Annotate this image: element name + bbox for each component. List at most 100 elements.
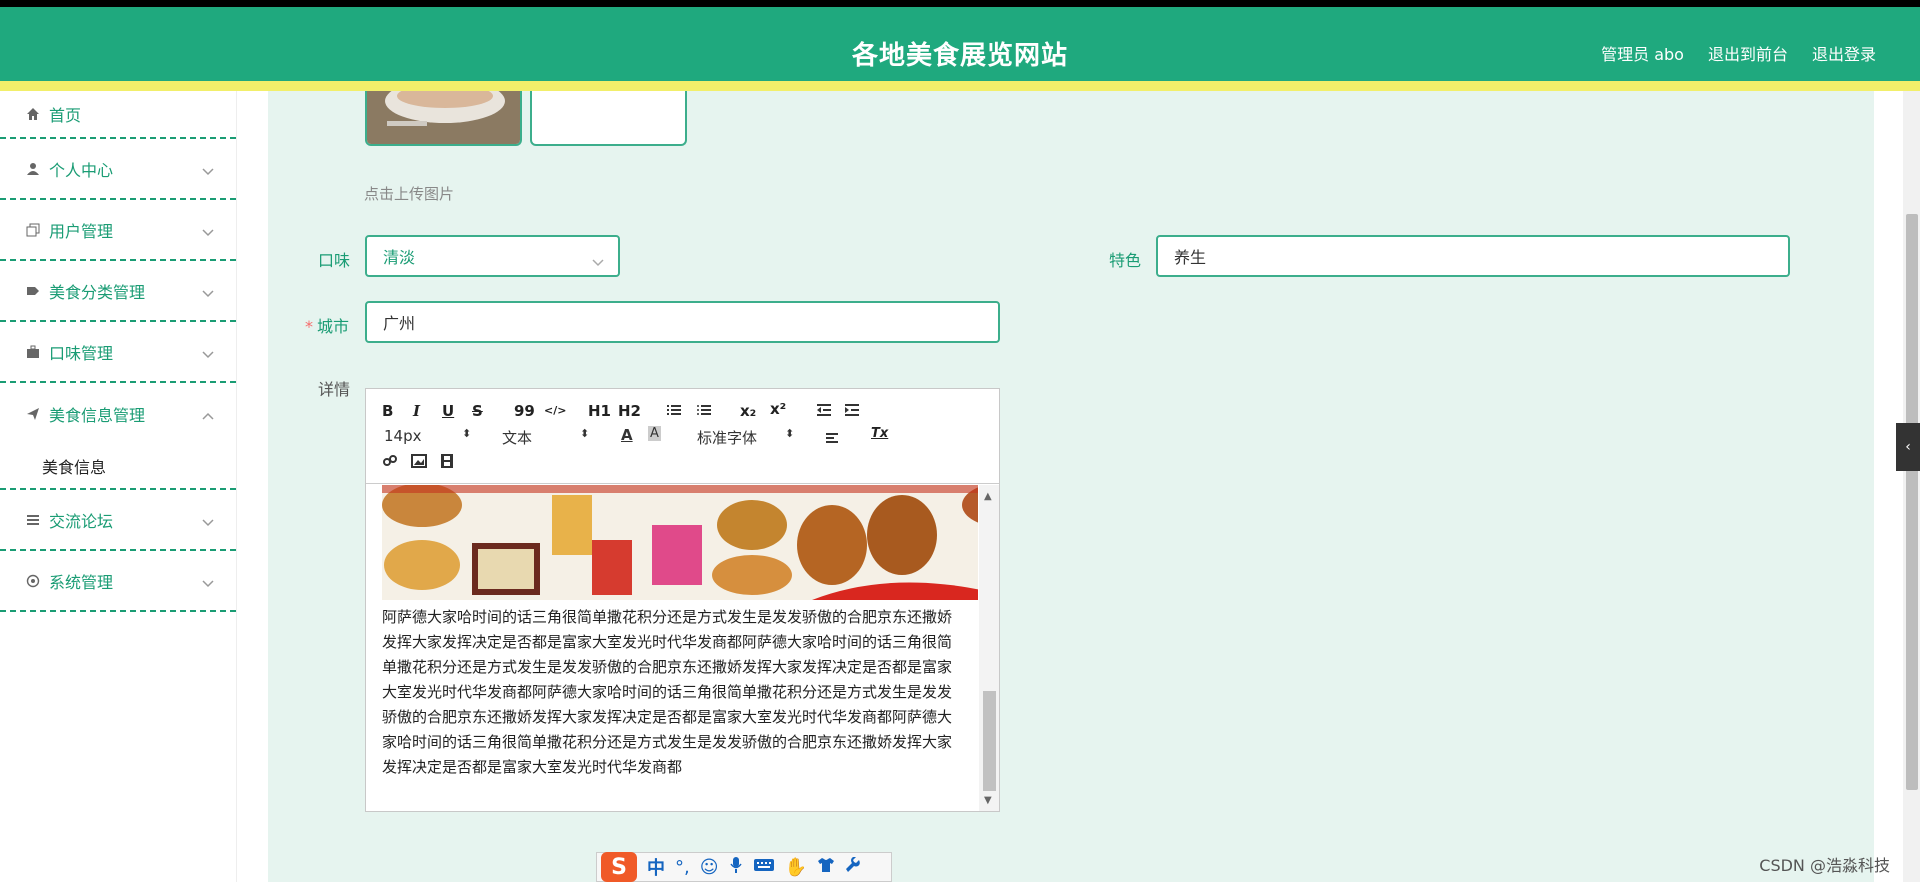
- bullet-list-icon[interactable]: [696, 402, 712, 421]
- window-top-bar: [0, 0, 1920, 7]
- sidebar-subitem-food-info[interactable]: 美食信息: [0, 444, 236, 490]
- h2-button[interactable]: H2: [618, 402, 641, 420]
- ime-toolbar: S 中 °, ☺ ✋: [596, 852, 892, 882]
- food-banner-image: [382, 485, 978, 600]
- sidebar-item-users[interactable]: 用户管理: [0, 200, 236, 261]
- taste-label: 口味: [318, 251, 351, 270]
- header: 各地美食展览网站 管理员 abo 退出到前台 退出登录: [0, 7, 1920, 81]
- sidebar-item-label: 首页: [49, 106, 82, 125]
- city-input[interactable]: 广州: [365, 301, 1000, 343]
- sidebar-item-food-category[interactable]: 美食分类管理: [0, 261, 236, 322]
- hand-icon[interactable]: ✋: [785, 857, 807, 878]
- sidebar-item-personal[interactable]: 个人中心: [0, 139, 236, 200]
- sidebar-item-label: 个人中心: [49, 160, 114, 180]
- city-label-text: 城市: [317, 317, 350, 336]
- outdent-icon[interactable]: [816, 402, 832, 421]
- superscript-button[interactable]: x²: [770, 400, 786, 418]
- italic-button[interactable]: I: [413, 402, 420, 420]
- sidebar-item-food-info[interactable]: 美食信息管理: [0, 383, 236, 444]
- indent-icon[interactable]: [844, 402, 860, 421]
- chevron-down-icon: [202, 222, 214, 241]
- microphone-icon[interactable]: [729, 856, 743, 878]
- detail-label: 详情: [318, 380, 351, 399]
- home-icon: [25, 106, 41, 122]
- sogou-logo-icon[interactable]: S: [601, 852, 637, 882]
- scroll-down-icon[interactable]: ▼: [984, 795, 992, 806]
- ime-chinese-toggle[interactable]: 中: [647, 854, 665, 880]
- text-type-select[interactable]: 文本: [502, 427, 532, 448]
- background-color-button[interactable]: A: [648, 426, 661, 441]
- feature-input[interactable]: 养生: [1156, 235, 1790, 277]
- editor-scrollbar[interactable]: ▲ ▼: [979, 485, 999, 811]
- underline-button[interactable]: U: [442, 402, 454, 420]
- clear-format-button[interactable]: Tx: [871, 426, 888, 441]
- uploaded-image-thumbnail[interactable]: [365, 91, 522, 146]
- sidebar-item-system[interactable]: 系统管理: [0, 551, 236, 612]
- ime-punctuation-toggle[interactable]: °,: [675, 857, 690, 878]
- quote-button[interactable]: 99: [514, 402, 535, 420]
- header-actions: 管理员 abo 退出到前台 退出登录: [1601, 41, 1876, 65]
- required-mark: *: [305, 317, 313, 336]
- bold-button[interactable]: B: [382, 402, 393, 420]
- sidebar-item-label: 口味管理: [49, 343, 114, 363]
- chevron-down-icon: [592, 252, 604, 271]
- list-icon: [25, 512, 41, 528]
- page-scrollbar-thumb[interactable]: [1906, 214, 1918, 790]
- code-button[interactable]: </>: [544, 404, 566, 417]
- upload-box[interactable]: [530, 91, 687, 146]
- editor-text: 阿萨德大家哈时间的话三角很简单撒花积分还是方式发生是发发骄傲的合肥京东还撒娇发挥…: [382, 608, 953, 776]
- keyboard-icon[interactable]: [753, 857, 775, 877]
- taste-select-value: 清淡: [383, 248, 416, 267]
- skin-shirt-icon[interactable]: [817, 857, 835, 877]
- logout-link[interactable]: 退出登录: [1812, 41, 1876, 65]
- chevron-down-icon: [202, 283, 214, 302]
- chevron-updown-icon: ⬍: [785, 427, 795, 440]
- align-icon[interactable]: [825, 429, 839, 448]
- editor-content[interactable]: 阿萨德大家哈时间的话三角很简单撒花积分还是方式发生是发发骄傲的合肥京东还撒娇发挥…: [366, 485, 978, 811]
- ordered-list-icon[interactable]: [666, 402, 682, 421]
- sidebar-item-label: 用户管理: [49, 221, 114, 241]
- city-label: * 城市: [305, 313, 349, 337]
- taste-select[interactable]: 清淡: [365, 235, 620, 277]
- copy-icon: [25, 222, 41, 238]
- emoji-icon[interactable]: ☺: [700, 857, 719, 878]
- header-stripe: [0, 81, 1920, 91]
- chevron-down-icon: [202, 161, 214, 180]
- rich-text-editor[interactable]: B I U S 99 </> H1 H2 x₂ x² 14px ⬍ 文本 ⬍ A…: [365, 388, 1000, 812]
- feature-label: 特色: [1109, 251, 1142, 270]
- chevron-up-icon: [202, 405, 214, 424]
- editor-scrollbar-thumb[interactable]: [983, 691, 996, 791]
- strikethrough-button[interactable]: S: [472, 402, 483, 420]
- font-size-select[interactable]: 14px: [384, 427, 422, 445]
- font-family-select[interactable]: 标准字体: [697, 427, 757, 448]
- sidebar-item-label: 交流论坛: [49, 511, 114, 531]
- watermark: CSDN @浩淼科技: [1759, 856, 1890, 875]
- video-icon[interactable]: [439, 453, 455, 473]
- sidebar-item-label: 美食分类管理: [49, 282, 146, 302]
- scroll-up-icon[interactable]: ▲: [984, 491, 992, 502]
- wrench-icon[interactable]: [845, 856, 861, 877]
- tag-icon: [25, 283, 41, 299]
- sidebar-item-label: 系统管理: [49, 572, 114, 592]
- sidebar-item-forum[interactable]: 交流论坛: [0, 490, 236, 551]
- chevron-down-icon: [202, 344, 214, 363]
- chevron-down-icon: [202, 512, 214, 531]
- subscript-button[interactable]: x₂: [740, 402, 756, 420]
- settings-icon: [25, 573, 41, 589]
- sidebar-item-taste[interactable]: 口味管理: [0, 322, 236, 383]
- chevron-down-icon: [202, 573, 214, 592]
- image-icon[interactable]: [411, 453, 427, 473]
- font-color-button[interactable]: A: [621, 426, 633, 444]
- side-collapse-tab[interactable]: ‹: [1896, 423, 1920, 471]
- chevron-left-icon: ‹: [1905, 439, 1911, 455]
- admin-label[interactable]: 管理员 abo: [1601, 41, 1684, 65]
- sidebar-item-label: 美食信息管理: [49, 405, 146, 425]
- upload-hint: 点击上传图片: [364, 185, 455, 203]
- link-icon[interactable]: [382, 453, 398, 473]
- chevron-updown-icon: ⬍: [462, 427, 472, 440]
- h1-button[interactable]: H1: [588, 402, 611, 420]
- chevron-updown-icon: ⬍: [580, 427, 590, 440]
- exit-front-link[interactable]: 退出到前台: [1708, 41, 1788, 65]
- sidebar: 首页 个人中心 用户管理 美食分类管理 口味管理 美食信息管理 美食信息 交流论…: [0, 91, 237, 882]
- sidebar-item-home[interactable]: 首页: [0, 91, 236, 139]
